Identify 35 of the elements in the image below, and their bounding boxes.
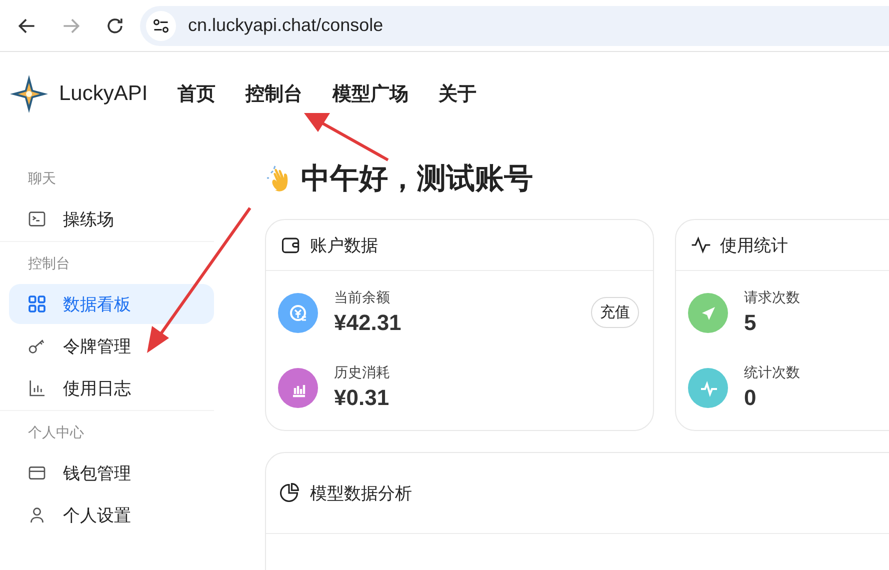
stat-value: 5 [744, 310, 756, 336]
star-logo-icon[interactable] [9, 74, 49, 114]
stat-value: 0 [744, 385, 756, 411]
grid-icon [27, 294, 47, 314]
stat-label: 历史消耗 [334, 364, 390, 382]
nav-link[interactable]: 模型广场 [332, 80, 409, 106]
greeting-heading: 中午好，测试账号 [301, 162, 533, 197]
brand-name[interactable]: LuckyAPI [59, 82, 148, 106]
sidebar-item[interactable]: 个人设置 [9, 495, 214, 535]
stat-label: 当前余额 [334, 289, 390, 307]
panel-title: 模型数据分析 [310, 482, 412, 504]
nav-link[interactable]: 首页 [178, 80, 216, 106]
stat-value: ¥42.31 [334, 310, 402, 336]
card-title: 账户数据 [310, 234, 378, 256]
sidebar-section-title: 聊天 [27, 169, 57, 188]
stat-label: 请求次数 [744, 289, 800, 307]
nav-link[interactable]: 控制台 [246, 80, 303, 106]
stat-value: ¥0.31 [334, 385, 390, 411]
activity-icon [690, 234, 712, 256]
sidebar-item[interactable]: 钱包管理 [9, 453, 214, 493]
recharge-button[interactable]: 充值 [591, 297, 639, 328]
stat-label: 统计次数 [744, 364, 800, 382]
sidebar-section-title: 个人中心 [27, 423, 85, 442]
pie-chart-icon [278, 482, 300, 504]
sidebar-item[interactable]: 令牌管理 [9, 326, 214, 366]
nav-link[interactable]: 关于 [438, 80, 477, 106]
sidebar-section-title: 控制台 [27, 254, 71, 273]
sidebar-item[interactable]: 数据看板 [9, 284, 214, 324]
site-settings-icon[interactable] [152, 16, 170, 34]
card-title: 使用统计 [720, 234, 788, 256]
bar-chart-icon [27, 378, 47, 398]
address-bar[interactable]: cn.luckyapi.chat/console [140, 6, 889, 46]
sidebar-item[interactable]: 操练场 [9, 199, 214, 239]
sidebar-item[interactable]: 使用日志 [9, 368, 214, 408]
terminal-icon [27, 209, 47, 229]
